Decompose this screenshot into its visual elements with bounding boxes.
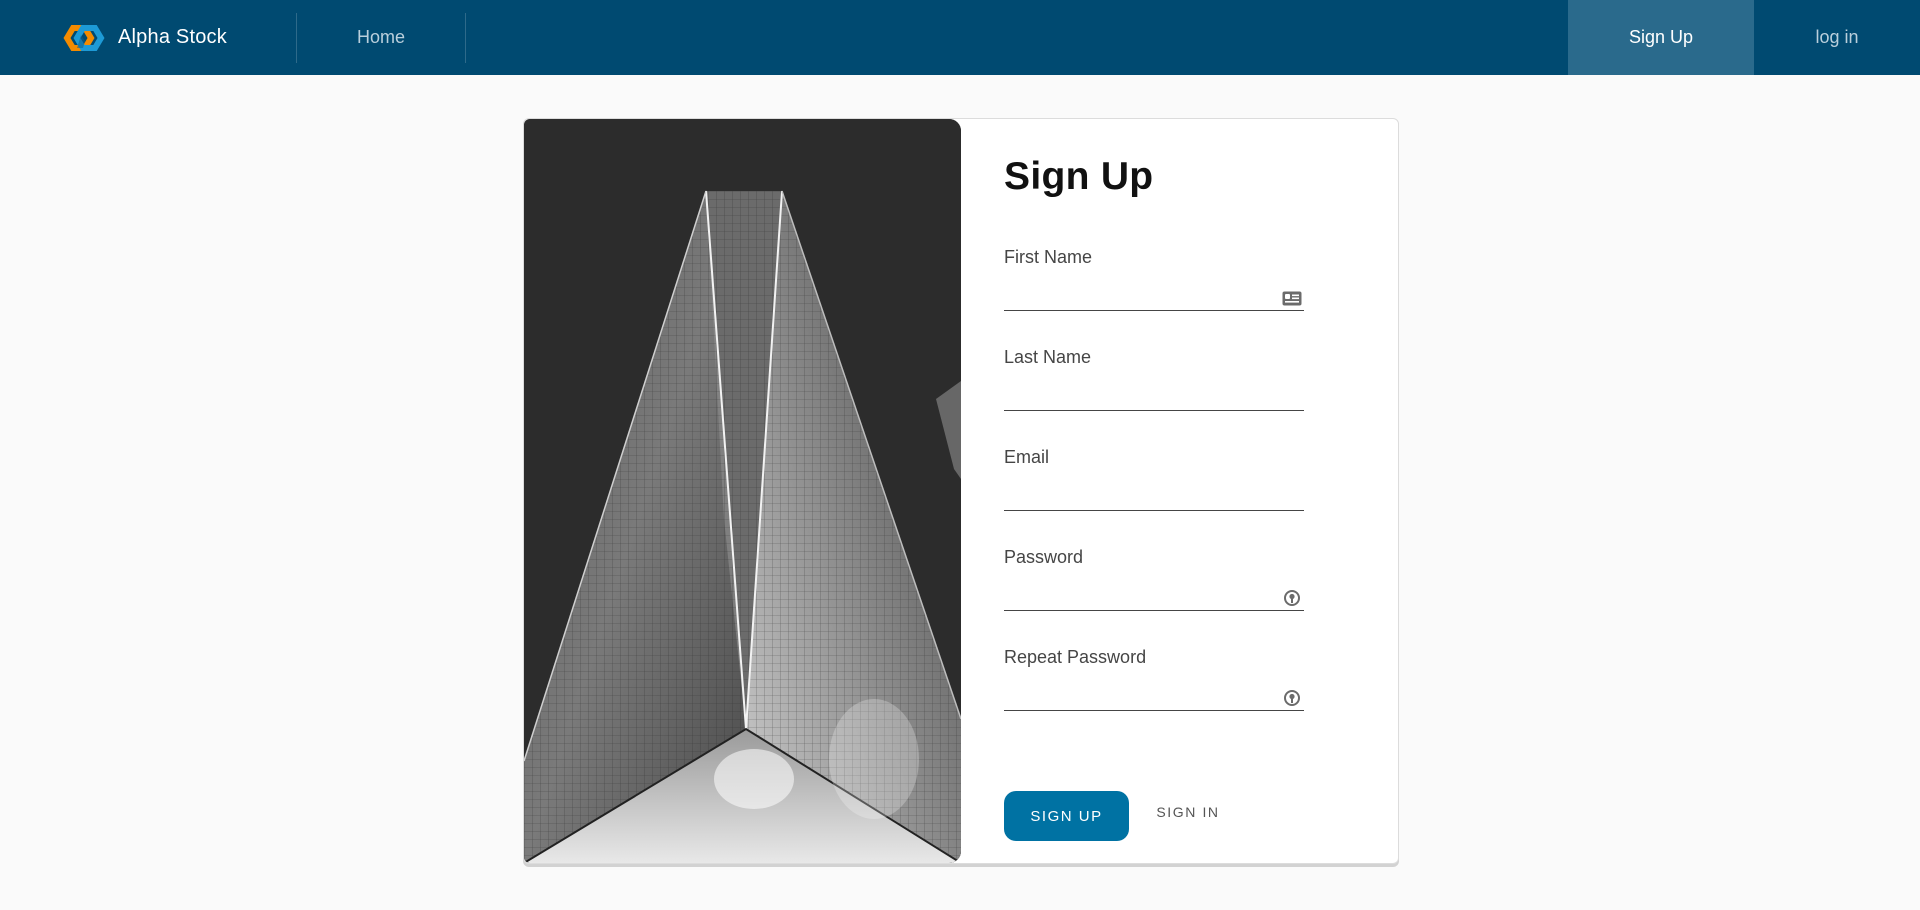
- sign-in-button[interactable]: SIGN IN: [1140, 787, 1236, 837]
- nav-divider: [465, 13, 466, 63]
- first-name-label: First Name: [1004, 247, 1093, 267]
- repeat-password-input[interactable]: [1004, 685, 1304, 711]
- form-title: Sign Up: [1004, 155, 1154, 198]
- signup-card: Sign Up First Name Last Name Email Passw…: [523, 118, 1399, 864]
- nav-signup-link[interactable]: Sign Up: [1568, 0, 1754, 75]
- nav-home-link[interactable]: Home: [297, 0, 465, 75]
- email-field: Email: [1004, 447, 1304, 511]
- brand-link[interactable]: Alpha Stock: [59, 0, 227, 75]
- repeat-password-field: Repeat Password: [1004, 647, 1304, 711]
- first-name-field: First Name: [1004, 247, 1304, 311]
- signup-form: Sign Up First Name Last Name Email Passw…: [1004, 119, 1344, 863]
- password-manager-key-icon[interactable]: [1282, 690, 1302, 706]
- password-label: Password: [1004, 547, 1084, 567]
- last-name-field: Last Name: [1004, 347, 1304, 411]
- brand-title: Alpha Stock: [118, 26, 227, 48]
- skyscraper-photo: [524, 119, 961, 863]
- password-manager-key-icon[interactable]: [1282, 590, 1302, 606]
- repeat-password-label: Repeat Password: [1004, 647, 1147, 667]
- last-name-input[interactable]: [1004, 385, 1304, 411]
- sign-up-button[interactable]: SIGN UP: [1004, 791, 1129, 841]
- last-name-label: Last Name: [1004, 347, 1092, 367]
- nav-login-link[interactable]: log in: [1754, 0, 1920, 75]
- top-nav-bar: Alpha Stock Home Sign Up log in: [0, 0, 1920, 75]
- password-input[interactable]: [1004, 585, 1304, 611]
- email-label: Email: [1004, 447, 1050, 467]
- email-input[interactable]: [1004, 485, 1304, 511]
- id-card-icon[interactable]: [1282, 290, 1302, 306]
- password-field: Password: [1004, 547, 1304, 611]
- alpha-stock-logo-icon: [63, 24, 105, 51]
- first-name-input[interactable]: [1004, 285, 1304, 311]
